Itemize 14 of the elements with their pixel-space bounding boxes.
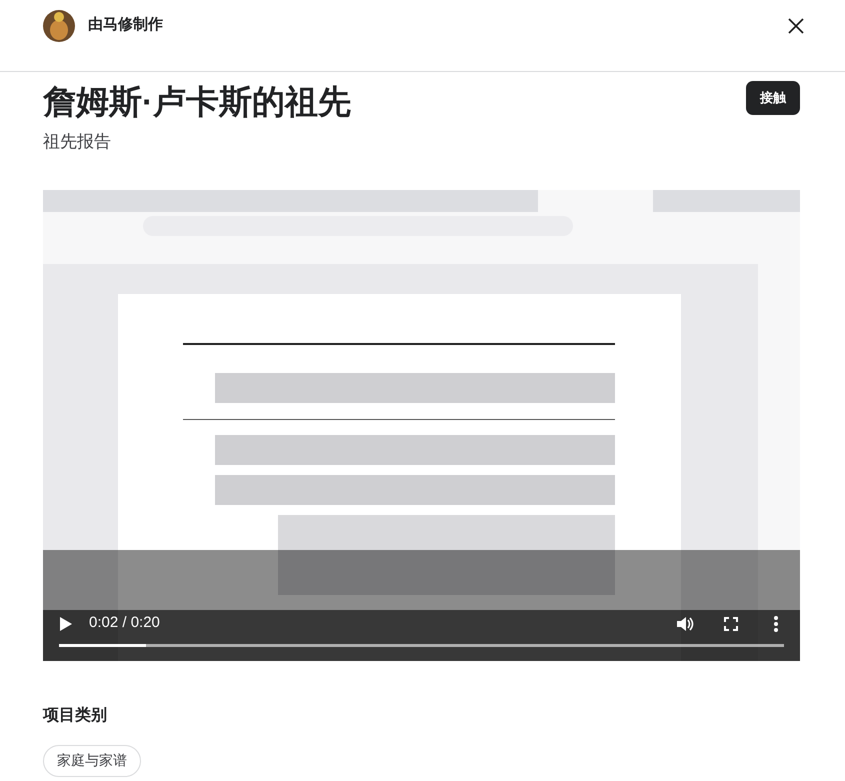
contact-button[interactable]: 接触 [746,81,800,115]
play-icon[interactable] [59,616,73,632]
more-icon[interactable] [774,616,778,632]
project-subtitle: 祖先报告 [43,131,112,153]
progress-bar[interactable] [59,644,784,646]
close-icon[interactable] [787,16,805,34]
video-time: 0:02 / 0:20 [89,613,160,634]
avatar[interactable] [43,10,75,42]
volume-icon[interactable] [676,616,694,632]
fullscreen-icon[interactable] [724,616,738,630]
project-title: 詹姆斯·卢卡斯的祖先 [43,82,351,122]
creator-link[interactable]: 由马修制作 [88,14,163,37]
section-heading: 项目类别 [43,706,108,726]
category-tag[interactable]: 家庭与家谱 [43,744,141,776]
